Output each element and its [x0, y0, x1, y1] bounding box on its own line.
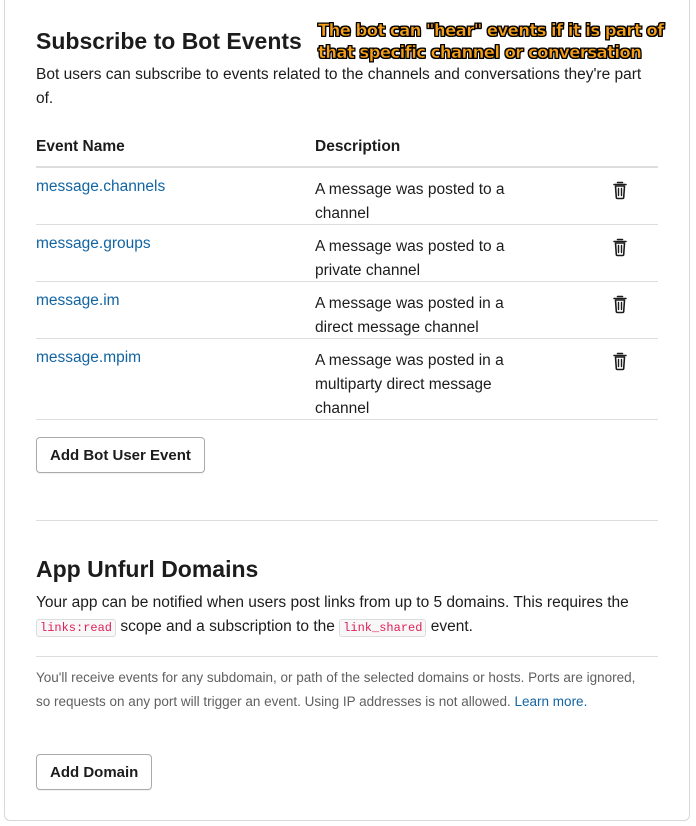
event-name-link[interactable]: message.mpim — [36, 349, 141, 367]
trash-icon[interactable] — [612, 180, 628, 200]
add-domain-button[interactable]: Add Domain — [36, 754, 153, 790]
event-description: A message was posted to a private channe… — [315, 238, 505, 279]
bot-events-description: Bot users can subscribe to events relate… — [36, 66, 642, 107]
unfurl-desc-part-2: scope and a subscription to the — [120, 618, 335, 635]
link-shared-event-code: link_shared — [339, 619, 427, 637]
event-description: A message was posted in a direct message… — [315, 295, 504, 336]
annotation-line-1: The bot can "hear" events if it is part … — [318, 21, 665, 41]
section-divider — [36, 520, 658, 521]
table-row: message.groups A message was posted to a… — [36, 225, 658, 282]
trash-icon[interactable] — [612, 237, 628, 257]
event-description: A message was posted to a channel — [315, 181, 505, 222]
trash-icon[interactable] — [612, 294, 628, 314]
trash-icon[interactable] — [612, 351, 628, 371]
event-name-link[interactable]: message.im — [36, 292, 120, 310]
add-bot-user-event-button[interactable]: Add Bot User Event — [36, 437, 205, 473]
event-name-link[interactable]: message.channels — [36, 178, 165, 196]
unfurl-domains-title: App Unfurl Domains — [36, 556, 259, 582]
column-header-description: Description — [315, 138, 401, 155]
annotation-line-2: that specific channel or conversation — [318, 43, 642, 63]
table-row: message.channels A message was posted to… — [36, 168, 658, 225]
table-header: Event Name Description — [36, 130, 658, 168]
learn-more-link[interactable]: Learn more. — [515, 694, 588, 709]
note-divider — [36, 656, 658, 657]
unfurl-desc-part-3: event. — [430, 618, 473, 635]
bot-events-table: Event Name Description message.channels … — [36, 130, 658, 420]
links-read-scope-code: links:read — [36, 619, 117, 637]
column-header-event-name: Event Name — [36, 138, 125, 155]
event-description: A message was posted in a multiparty dir… — [315, 352, 504, 417]
table-row: message.im A message was posted in a dir… — [36, 282, 658, 339]
unfurl-desc-part-1: Your app can be notified when users post… — [36, 594, 629, 611]
event-name-link[interactable]: message.groups — [36, 235, 151, 253]
unfurl-domains-description: Your app can be notified when users post… — [36, 591, 658, 640]
annotation-callout: The bot can "hear" events if it is part … — [318, 20, 690, 64]
bot-events-title: Subscribe to Bot Events — [36, 28, 302, 54]
table-row: message.mpim A message was posted in a m… — [36, 339, 658, 420]
unfurl-note: You'll receive events for any subdomain,… — [36, 666, 646, 714]
